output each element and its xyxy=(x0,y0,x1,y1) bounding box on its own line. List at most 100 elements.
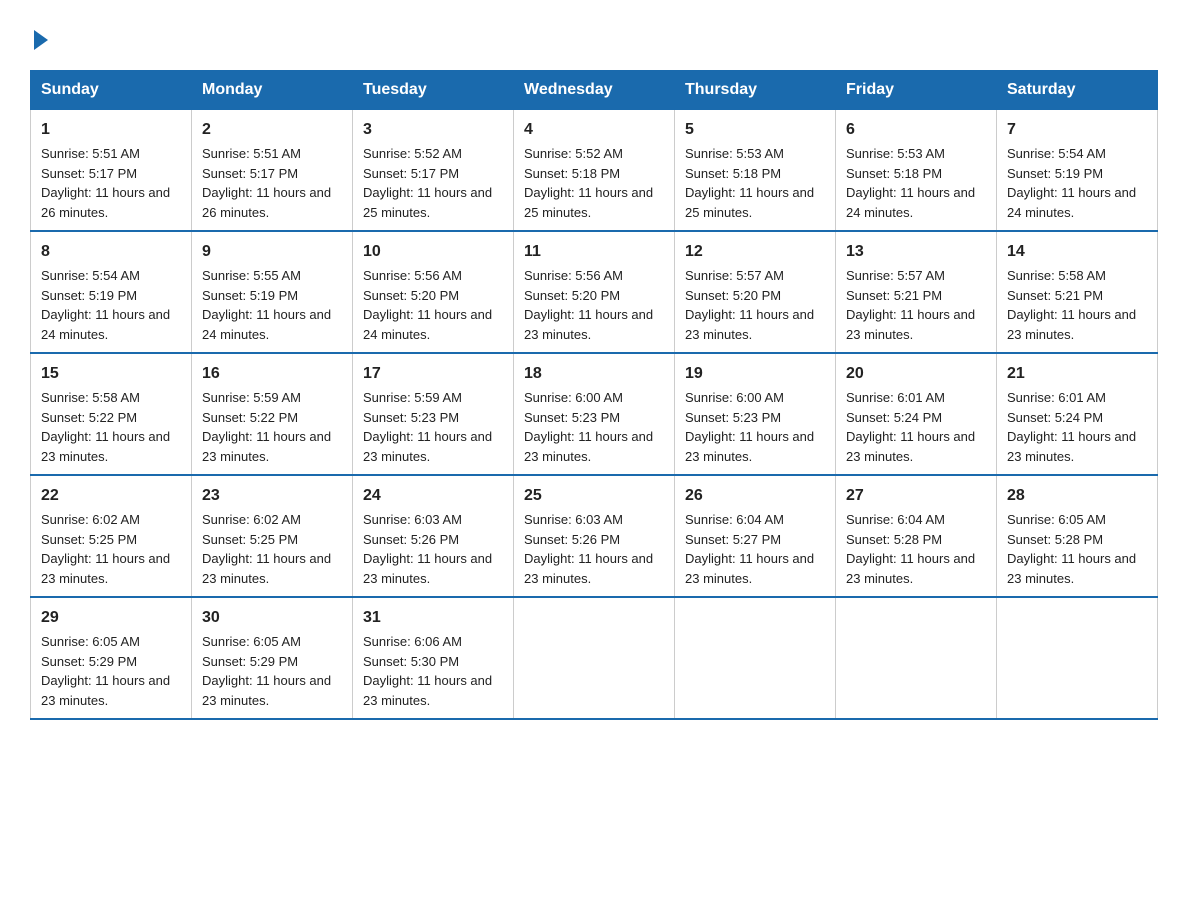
calendar-week-row: 22 Sunrise: 6:02 AM Sunset: 5:25 PM Dayl… xyxy=(31,475,1158,597)
sunset-text: Sunset: 5:25 PM xyxy=(202,532,298,547)
daylight-text: Daylight: 11 hours and 24 minutes. xyxy=(846,185,975,220)
daylight-text: Daylight: 11 hours and 23 minutes. xyxy=(846,551,975,586)
calendar-cell: 7 Sunrise: 5:54 AM Sunset: 5:19 PM Dayli… xyxy=(997,110,1158,232)
sunset-text: Sunset: 5:17 PM xyxy=(363,166,459,181)
day-number: 25 xyxy=(524,484,664,508)
sunrise-text: Sunrise: 5:55 AM xyxy=(202,268,301,283)
sunset-text: Sunset: 5:20 PM xyxy=(685,288,781,303)
daylight-text: Daylight: 11 hours and 26 minutes. xyxy=(41,185,170,220)
day-number: 4 xyxy=(524,118,664,142)
sunset-text: Sunset: 5:26 PM xyxy=(524,532,620,547)
day-number: 24 xyxy=(363,484,503,508)
calendar-week-row: 29 Sunrise: 6:05 AM Sunset: 5:29 PM Dayl… xyxy=(31,597,1158,719)
calendar-cell: 16 Sunrise: 5:59 AM Sunset: 5:22 PM Dayl… xyxy=(192,353,353,475)
weekday-header-friday: Friday xyxy=(836,71,997,110)
weekday-header-wednesday: Wednesday xyxy=(514,71,675,110)
sunset-text: Sunset: 5:23 PM xyxy=(524,410,620,425)
sunset-text: Sunset: 5:26 PM xyxy=(363,532,459,547)
sunrise-text: Sunrise: 5:57 AM xyxy=(846,268,945,283)
day-number: 19 xyxy=(685,362,825,386)
day-number: 30 xyxy=(202,606,342,630)
daylight-text: Daylight: 11 hours and 23 minutes. xyxy=(41,429,170,464)
calendar-cell xyxy=(675,597,836,719)
sunrise-text: Sunrise: 5:54 AM xyxy=(1007,146,1106,161)
day-number: 7 xyxy=(1007,118,1147,142)
daylight-text: Daylight: 11 hours and 23 minutes. xyxy=(846,307,975,342)
daylight-text: Daylight: 11 hours and 23 minutes. xyxy=(363,673,492,708)
calendar-cell xyxy=(514,597,675,719)
calendar-cell: 23 Sunrise: 6:02 AM Sunset: 5:25 PM Dayl… xyxy=(192,475,353,597)
page-header xyxy=(30,30,1158,50)
day-number: 31 xyxy=(363,606,503,630)
calendar-cell: 12 Sunrise: 5:57 AM Sunset: 5:20 PM Dayl… xyxy=(675,231,836,353)
daylight-text: Daylight: 11 hours and 24 minutes. xyxy=(202,307,331,342)
calendar-cell: 21 Sunrise: 6:01 AM Sunset: 5:24 PM Dayl… xyxy=(997,353,1158,475)
calendar-cell: 17 Sunrise: 5:59 AM Sunset: 5:23 PM Dayl… xyxy=(353,353,514,475)
calendar-cell: 24 Sunrise: 6:03 AM Sunset: 5:26 PM Dayl… xyxy=(353,475,514,597)
calendar-cell: 14 Sunrise: 5:58 AM Sunset: 5:21 PM Dayl… xyxy=(997,231,1158,353)
weekday-header-thursday: Thursday xyxy=(675,71,836,110)
sunset-text: Sunset: 5:19 PM xyxy=(202,288,298,303)
day-number: 18 xyxy=(524,362,664,386)
daylight-text: Daylight: 11 hours and 24 minutes. xyxy=(1007,185,1136,220)
day-number: 15 xyxy=(41,362,181,386)
calendar-week-row: 8 Sunrise: 5:54 AM Sunset: 5:19 PM Dayli… xyxy=(31,231,1158,353)
day-number: 26 xyxy=(685,484,825,508)
day-number: 9 xyxy=(202,240,342,264)
sunrise-text: Sunrise: 6:00 AM xyxy=(685,390,784,405)
calendar-cell xyxy=(836,597,997,719)
sunrise-text: Sunrise: 6:03 AM xyxy=(363,512,462,527)
sunrise-text: Sunrise: 6:05 AM xyxy=(1007,512,1106,527)
daylight-text: Daylight: 11 hours and 25 minutes. xyxy=(363,185,492,220)
sunrise-text: Sunrise: 6:02 AM xyxy=(202,512,301,527)
calendar-cell: 31 Sunrise: 6:06 AM Sunset: 5:30 PM Dayl… xyxy=(353,597,514,719)
sunrise-text: Sunrise: 6:01 AM xyxy=(846,390,945,405)
sunset-text: Sunset: 5:28 PM xyxy=(1007,532,1103,547)
calendar-cell: 19 Sunrise: 6:00 AM Sunset: 5:23 PM Dayl… xyxy=(675,353,836,475)
calendar-cell: 30 Sunrise: 6:05 AM Sunset: 5:29 PM Dayl… xyxy=(192,597,353,719)
sunset-text: Sunset: 5:20 PM xyxy=(363,288,459,303)
day-number: 10 xyxy=(363,240,503,264)
weekday-header-sunday: Sunday xyxy=(31,71,192,110)
calendar-table: SundayMondayTuesdayWednesdayThursdayFrid… xyxy=(30,70,1158,720)
calendar-cell: 15 Sunrise: 5:58 AM Sunset: 5:22 PM Dayl… xyxy=(31,353,192,475)
weekday-header-row: SundayMondayTuesdayWednesdayThursdayFrid… xyxy=(31,71,1158,110)
sunset-text: Sunset: 5:22 PM xyxy=(41,410,137,425)
calendar-cell: 22 Sunrise: 6:02 AM Sunset: 5:25 PM Dayl… xyxy=(31,475,192,597)
sunset-text: Sunset: 5:27 PM xyxy=(685,532,781,547)
day-number: 27 xyxy=(846,484,986,508)
calendar-cell: 4 Sunrise: 5:52 AM Sunset: 5:18 PM Dayli… xyxy=(514,110,675,232)
day-number: 23 xyxy=(202,484,342,508)
daylight-text: Daylight: 11 hours and 25 minutes. xyxy=(685,185,814,220)
daylight-text: Daylight: 11 hours and 24 minutes. xyxy=(363,307,492,342)
daylight-text: Daylight: 11 hours and 23 minutes. xyxy=(363,429,492,464)
sunset-text: Sunset: 5:24 PM xyxy=(846,410,942,425)
day-number: 8 xyxy=(41,240,181,264)
logo-arrow-icon xyxy=(34,30,48,50)
daylight-text: Daylight: 11 hours and 23 minutes. xyxy=(524,307,653,342)
logo-blue xyxy=(30,30,48,50)
calendar-cell: 27 Sunrise: 6:04 AM Sunset: 5:28 PM Dayl… xyxy=(836,475,997,597)
calendar-cell: 28 Sunrise: 6:05 AM Sunset: 5:28 PM Dayl… xyxy=(997,475,1158,597)
daylight-text: Daylight: 11 hours and 23 minutes. xyxy=(1007,551,1136,586)
sunrise-text: Sunrise: 6:05 AM xyxy=(41,634,140,649)
sunset-text: Sunset: 5:28 PM xyxy=(846,532,942,547)
day-number: 2 xyxy=(202,118,342,142)
day-number: 12 xyxy=(685,240,825,264)
sunrise-text: Sunrise: 6:04 AM xyxy=(846,512,945,527)
calendar-cell: 2 Sunrise: 5:51 AM Sunset: 5:17 PM Dayli… xyxy=(192,110,353,232)
day-number: 17 xyxy=(363,362,503,386)
calendar-cell: 6 Sunrise: 5:53 AM Sunset: 5:18 PM Dayli… xyxy=(836,110,997,232)
sunrise-text: Sunrise: 5:58 AM xyxy=(1007,268,1106,283)
weekday-header-monday: Monday xyxy=(192,71,353,110)
sunset-text: Sunset: 5:29 PM xyxy=(202,654,298,669)
sunset-text: Sunset: 5:22 PM xyxy=(202,410,298,425)
sunset-text: Sunset: 5:21 PM xyxy=(1007,288,1103,303)
sunset-text: Sunset: 5:19 PM xyxy=(41,288,137,303)
calendar-cell: 3 Sunrise: 5:52 AM Sunset: 5:17 PM Dayli… xyxy=(353,110,514,232)
sunrise-text: Sunrise: 6:01 AM xyxy=(1007,390,1106,405)
sunrise-text: Sunrise: 6:02 AM xyxy=(41,512,140,527)
sunrise-text: Sunrise: 5:53 AM xyxy=(846,146,945,161)
calendar-cell: 1 Sunrise: 5:51 AM Sunset: 5:17 PM Dayli… xyxy=(31,110,192,232)
daylight-text: Daylight: 11 hours and 23 minutes. xyxy=(685,551,814,586)
